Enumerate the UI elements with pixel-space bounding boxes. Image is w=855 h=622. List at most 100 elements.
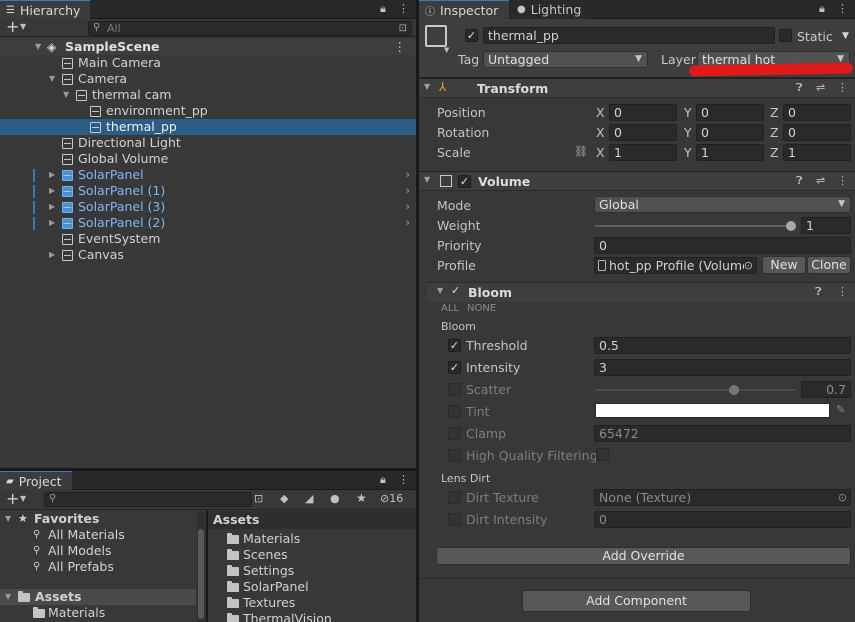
transform-header[interactable]: ▼ ⅄ Transform ❓︎ ⇌ ⋮ [419, 78, 855, 98]
profile-object-field[interactable]: hot_pp Profile (Volume ⊙ [594, 257, 757, 274]
hierarchy-item-thermal-cam[interactable]: ▼ thermal cam [0, 87, 416, 103]
asset-folder[interactable]: Settings [210, 563, 410, 579]
help-icon[interactable]: ❓︎ [796, 174, 803, 188]
component-menu-icon[interactable]: ⋮ [837, 174, 848, 187]
new-profile-button[interactable]: New [762, 256, 806, 274]
volume-header[interactable]: ▼ ✓ Volume ❓︎ ⇌ ⋮ [419, 171, 855, 191]
hierarchy-item-solarpanel[interactable]: ▶ SolarPanel › [0, 167, 416, 183]
lock-icon[interactable]: 🔒︎ [380, 473, 386, 487]
active-checkbox[interactable]: ✓ [465, 29, 478, 42]
scale-y-field[interactable]: 1 [696, 144, 764, 161]
asset-folder[interactable]: SolarPanel [210, 579, 410, 595]
scale-x-field[interactable]: 1 [609, 144, 677, 161]
rotation-y-field[interactable]: 0 [696, 124, 764, 141]
weight-slider-track[interactable] [595, 225, 796, 227]
chevron-right-icon[interactable]: › [406, 167, 410, 183]
help-icon[interactable]: ❓︎ [815, 285, 822, 299]
object-name-field[interactable]: thermal_pp [483, 27, 775, 44]
expand-arrow-icon[interactable]: ▶ [49, 183, 55, 199]
component-menu-icon[interactable]: ⋮ [837, 285, 848, 298]
asset-folder[interactable]: Materials [210, 531, 410, 547]
threshold-field[interactable]: 0.5 [594, 337, 851, 354]
scrollbar-thumb[interactable] [198, 529, 204, 619]
tree-scrollbar[interactable] [197, 511, 205, 622]
scatter-override-checkbox[interactable] [448, 383, 461, 396]
static-checkbox[interactable] [779, 29, 792, 42]
chevron-down-icon[interactable]: ▼ [20, 22, 26, 31]
expand-arrow-icon[interactable]: ▼ [35, 39, 41, 55]
add-icon[interactable]: + [6, 17, 19, 36]
dirt-texture-override-checkbox[interactable] [448, 491, 461, 504]
presets-icon[interactable]: ⇌ [816, 81, 825, 94]
hq-filtering-override-checkbox[interactable] [448, 449, 461, 462]
clone-profile-button[interactable]: Clone [807, 256, 851, 274]
tab-lighting[interactable]: ● Lighting [511, 0, 591, 19]
assets-tree-item[interactable]: Materials [0, 605, 196, 621]
add-override-button[interactable]: Add Override [436, 547, 851, 565]
weight-field[interactable]: 1 [801, 217, 851, 234]
expand-arrow-icon[interactable]: ▼ [63, 87, 69, 103]
expand-arrow-icon[interactable]: ▶ [49, 199, 55, 215]
tab-inspector[interactable]: ⓘ Inspector [419, 0, 509, 19]
intensity-override-checkbox[interactable]: ✓ [448, 361, 461, 374]
add-icon[interactable]: + [6, 489, 19, 508]
position-y-field[interactable]: 0 [696, 104, 764, 121]
chevron-right-icon[interactable]: › [406, 199, 410, 215]
hierarchy-item-solarpanel-1[interactable]: ▶ SolarPanel (1) › [0, 183, 416, 199]
component-menu-icon[interactable]: ⋮ [837, 81, 848, 94]
scene-row[interactable]: ▼ ◈ SampleScene ⋮ [0, 39, 416, 55]
clamp-override-checkbox[interactable] [448, 427, 461, 440]
chevron-right-icon[interactable]: › [406, 215, 410, 231]
more-menu-icon[interactable]: ⋮ [398, 2, 409, 15]
expand-arrow-icon[interactable]: ▶ [49, 167, 55, 183]
asset-folder[interactable]: Scenes [210, 547, 410, 563]
search-by-type-icon[interactable]: ⊡ [254, 492, 263, 505]
scene-menu-icon[interactable]: ⋮ [394, 39, 407, 55]
favorite-item[interactable]: ⚲ All Prefabs [0, 559, 196, 575]
constrain-proportions-link-icon[interactable]: ⛓︎ [574, 145, 588, 158]
more-menu-icon[interactable]: ⋮ [837, 2, 848, 15]
icon-dropdown-arrow-icon[interactable]: ▼ [444, 46, 449, 54]
hierarchy-item-solarpanel-3[interactable]: ▶ SolarPanel (3) › [0, 199, 416, 215]
foldout-arrow-icon[interactable]: ▼ [424, 175, 430, 184]
help-icon[interactable]: ❓︎ [796, 81, 803, 95]
all-toggle-link[interactable]: ALL [441, 303, 459, 314]
filter-by-type-icon[interactable]: ◆ [280, 492, 288, 505]
label-icon[interactable]: ◢ [305, 492, 313, 505]
hierarchy-item-thermal-pp[interactable]: thermal_pp [0, 119, 416, 135]
expand-arrow-icon[interactable]: ▼ [5, 511, 11, 527]
object-picker-icon[interactable]: ⊙ [743, 258, 753, 273]
more-menu-icon[interactable]: ⋮ [398, 473, 409, 486]
mode-dropdown[interactable]: Global ▼ [594, 196, 851, 213]
asset-folder[interactable]: ThermalVision [210, 611, 410, 622]
hidden-eye-icon[interactable]: ⊘16 [380, 492, 403, 505]
bloom-header[interactable]: ▼ ✓ Bloom ❓︎ ⋮ [427, 282, 855, 302]
warning-icon[interactable]: ● [330, 492, 340, 505]
add-component-button[interactable]: Add Component [522, 590, 751, 612]
hierarchy-item-solarpanel-2[interactable]: ▶ SolarPanel (2) › [0, 215, 416, 231]
scale-z-field[interactable]: 1 [783, 144, 851, 161]
volume-enabled-checkbox[interactable]: ✓ [458, 175, 471, 188]
foldout-arrow-icon[interactable]: ▼ [437, 286, 443, 295]
assets-row[interactable]: ▼ Assets [0, 589, 196, 605]
presets-icon[interactable]: ⇌ [816, 174, 825, 187]
expand-arrow-icon[interactable]: ▶ [49, 247, 55, 263]
expand-arrow-icon[interactable]: ▼ [5, 589, 11, 605]
favorite-item[interactable]: ⚲ All Materials [0, 527, 196, 543]
hierarchy-item-global-volume[interactable]: Global Volume [0, 151, 416, 167]
bloom-enabled-check-icon[interactable]: ✓ [451, 284, 460, 297]
threshold-override-checkbox[interactable]: ✓ [448, 339, 461, 352]
hierarchy-item-environment-pp[interactable]: environment_pp [0, 103, 416, 119]
asset-folder[interactable]: Textures [210, 595, 410, 611]
favorites-row[interactable]: ▼ ★ Favorites [0, 511, 196, 527]
hierarchy-item-main-camera[interactable]: Main Camera [0, 55, 416, 71]
scene-filter-icon[interactable]: ⊡ [399, 22, 407, 35]
lock-icon[interactable]: 🔒︎ [819, 2, 825, 16]
position-z-field[interactable]: 0 [783, 104, 851, 121]
hierarchy-item-camera[interactable]: ▼ Camera [0, 71, 416, 87]
rotation-x-field[interactable]: 0 [609, 124, 677, 141]
expand-arrow-icon[interactable]: ▼ [49, 71, 55, 87]
rotation-z-field[interactable]: 0 [783, 124, 851, 141]
position-x-field[interactable]: 0 [609, 104, 677, 121]
expand-arrow-icon[interactable]: ▶ [49, 215, 55, 231]
